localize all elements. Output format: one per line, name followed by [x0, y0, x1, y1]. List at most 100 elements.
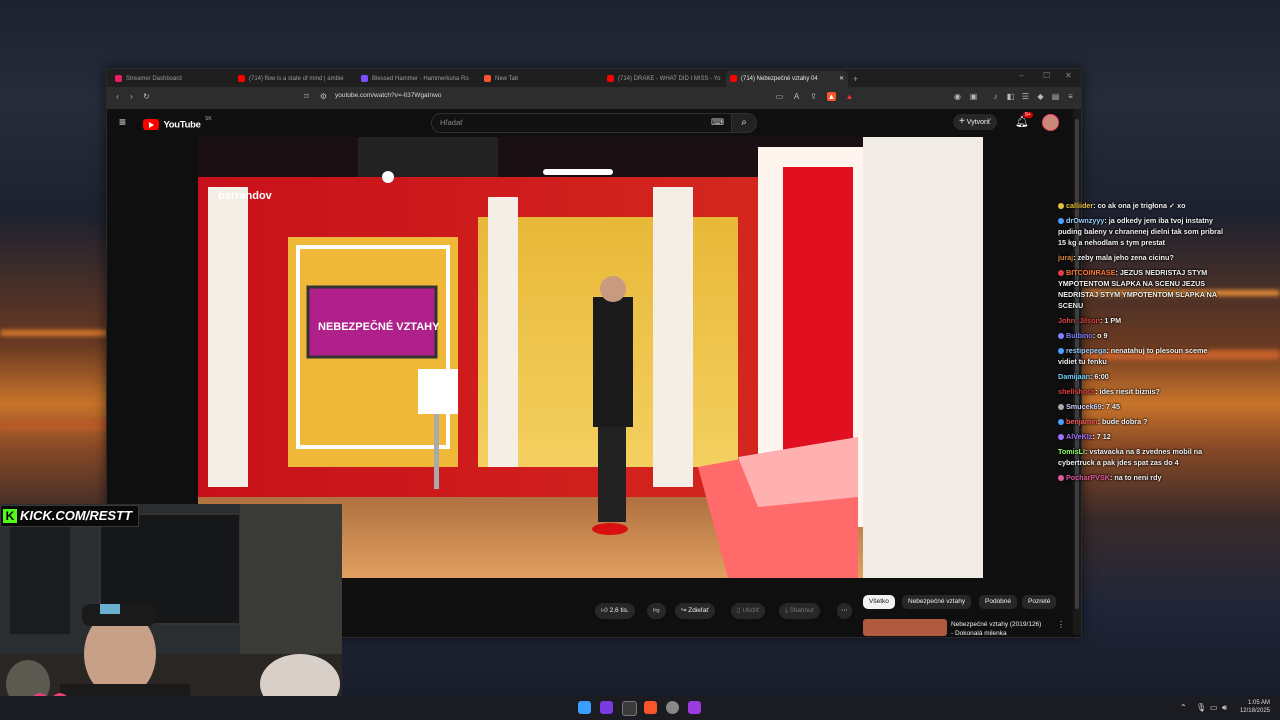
- menu-icon[interactable]: ≡: [1066, 92, 1075, 101]
- chat-message: Smucek69: 7 45: [1058, 401, 1228, 412]
- microphone-icon[interactable]: 🎙︎: [1196, 703, 1206, 712]
- plus-icon: +: [959, 116, 965, 127]
- forward-icon[interactable]: ›: [127, 92, 136, 101]
- close-tab-icon[interactable]: ✕: [839, 71, 844, 87]
- vpn-icon[interactable]: ▤: [1051, 92, 1060, 101]
- more-vert-icon[interactable]: ⋮: [1057, 620, 1065, 629]
- chat-username: calliider: [1066, 201, 1094, 210]
- dislike-button[interactable]: 👎︎: [647, 603, 666, 619]
- channel-watermark: barrandov: [218, 190, 273, 202]
- share-icon[interactable]: ⇪: [809, 92, 818, 101]
- chat-message: shellshock: ides riesit biznis?: [1058, 387, 1160, 396]
- recommendation-item[interactable]: Nebezpečné vztahy (2019/126) - Dokonalá …: [951, 620, 1041, 638]
- chip-watched[interactable]: Pozreté: [1022, 595, 1057, 609]
- chat-username: TomisLI: [1058, 447, 1086, 456]
- chat-username: benjamin: [1066, 417, 1098, 426]
- brave-icon[interactable]: [644, 701, 657, 714]
- tab-favicon-icon: [115, 74, 122, 82]
- system-clock[interactable]: 1:05 AM 12/18/2025: [1240, 699, 1270, 715]
- minimize-icon[interactable]: –: [1019, 71, 1023, 80]
- chat-message: John_Jilson: 1 PM: [1058, 316, 1122, 325]
- extension-icon[interactable]: ◉: [953, 92, 962, 101]
- youtube-favicon-icon: [607, 74, 614, 82]
- chat-username: juraj: [1058, 253, 1074, 262]
- translate-icon[interactable]: A: [792, 92, 801, 101]
- reading-list-icon[interactable]: ☰: [1021, 92, 1030, 101]
- chip-related[interactable]: Podobné: [979, 595, 1018, 609]
- notification-badge: 9+: [1023, 112, 1033, 118]
- tray-chevron-icon[interactable]: ⌃: [1180, 703, 1187, 712]
- chat-username: Smucek69: [1066, 402, 1102, 411]
- chip-all[interactable]: Všetko: [863, 595, 895, 609]
- tab-blessed-hammer[interactable]: Blessed Hammer - Hammerkuna Ro: [357, 71, 479, 87]
- save-button[interactable]: ▯ Uložiť: [731, 603, 766, 619]
- more-horizontal-icon: ⋯: [841, 607, 848, 614]
- brave-favicon-icon: [484, 74, 491, 82]
- tab-flow-ambient[interactable]: (714) flow is a state of mind | ambie: [234, 71, 356, 87]
- tab-drake[interactable]: (714) DRAKE - WHAT DID I MISS - Yo: [603, 71, 725, 87]
- bookmark-icon[interactable]: ⌑: [302, 92, 311, 101]
- youtube-favicon-icon: [238, 74, 245, 82]
- badge-icon: [1058, 419, 1064, 426]
- extension-icon[interactable]: ▣: [969, 92, 978, 101]
- chat-message: BITCOINRASE: JEZUS NEDRISTAJ STYM YMPOTE…: [1058, 268, 1217, 310]
- webcam-feed: [0, 504, 342, 720]
- chat-message: restipepega: nenatahuj to plesoun sceme …: [1058, 346, 1208, 366]
- chat-message: Damijaan: 6:00: [1058, 372, 1109, 381]
- chip-nebezpecne-vztahy[interactable]: Nebezpečné vztahy: [902, 595, 972, 609]
- avatar[interactable]: [1042, 114, 1059, 131]
- youtube-logo[interactable]: YouTube SK: [143, 116, 212, 134]
- volume-icon[interactable]: 🔊︎: [1222, 703, 1227, 713]
- site-info-icon[interactable]: ⚙: [319, 92, 328, 101]
- chat-username: Damijaan: [1058, 372, 1090, 381]
- sidebar-icon[interactable]: ◧: [1006, 92, 1015, 101]
- search-button[interactable]: ⌕: [731, 113, 757, 133]
- bookmark-icon: ▯: [737, 607, 741, 614]
- webcam-overlay: [0, 504, 342, 720]
- badge-icon: [1058, 203, 1064, 210]
- cast-icon[interactable]: ▭: [775, 92, 784, 101]
- thumbs-up-icon: 👍︎: [601, 607, 608, 614]
- app-icon[interactable]: [600, 701, 613, 714]
- create-button[interactable]: + Vytvoriť: [953, 114, 997, 130]
- chat-username: shellshock: [1058, 387, 1096, 396]
- back-icon[interactable]: ‹: [113, 92, 122, 101]
- youtube-favicon-icon: [730, 74, 737, 82]
- maximize-icon[interactable]: ☐: [1043, 71, 1050, 80]
- app-icon[interactable]: [666, 701, 679, 714]
- chat-message: drOwnzyyy: ja odkedy jem iba tvoj instat…: [1058, 216, 1223, 247]
- badge-icon: [1058, 475, 1064, 482]
- wallet-icon[interactable]: ◆: [1036, 92, 1045, 101]
- tab-new-tab[interactable]: New Tab: [480, 71, 602, 87]
- chat-message: Bulbino: o 9: [1058, 330, 1228, 341]
- brave-shields-icon[interactable]: ▲: [827, 92, 836, 101]
- tab-nebezpecne-vztahy[interactable]: (714) Nebezpečné vztahy 04 ✕: [726, 71, 848, 87]
- download-button[interactable]: ⤓ Stiahnuť: [779, 603, 821, 619]
- chat-username: BITCOINRASE: [1066, 268, 1116, 277]
- keyboard-icon[interactable]: ⌨: [711, 117, 724, 128]
- network-icon[interactable]: ▭: [1210, 703, 1218, 712]
- search-input[interactable]: Hľadať ⌨: [431, 113, 733, 133]
- hamburger-menu-icon[interactable]: ≡: [119, 115, 126, 129]
- close-window-icon[interactable]: ✕: [1065, 71, 1072, 80]
- badge-icon: [1058, 333, 1064, 340]
- recommendation-thumbnail[interactable]: [863, 619, 947, 636]
- thumbs-down-icon: 👎︎: [653, 607, 660, 614]
- url-field[interactable]: youtube.com/watch?v=-lI37WgaInwo: [335, 92, 441, 99]
- reload-icon[interactable]: ↻: [142, 92, 151, 101]
- rewards-icon[interactable]: ▲: [845, 92, 854, 101]
- new-tab-button[interactable]: +: [849, 71, 863, 87]
- share-button[interactable]: ↪ Zdieľať: [675, 603, 715, 619]
- more-actions-button[interactable]: ⋯: [837, 603, 852, 619]
- chat-username: drOwnzyyy: [1066, 216, 1105, 225]
- address-bar: ‹ › ↻ ⌑ ⚙ youtube.com/watch?v=-lI37WgaIn…: [107, 87, 1081, 109]
- windows-start-icon[interactable]: [578, 701, 591, 714]
- like-button[interactable]: 👍︎ 2,6 tis.: [595, 603, 635, 619]
- badge-icon: [1058, 404, 1064, 411]
- chat-username: restipepega: [1066, 346, 1107, 355]
- app-icon[interactable]: [622, 701, 637, 716]
- media-icon[interactable]: ♪: [991, 92, 1000, 101]
- tab-streamer-dashboard[interactable]: Streamer Dashboard: [111, 71, 233, 87]
- search-icon: ⌕: [741, 117, 747, 128]
- app-icon[interactable]: [688, 701, 701, 714]
